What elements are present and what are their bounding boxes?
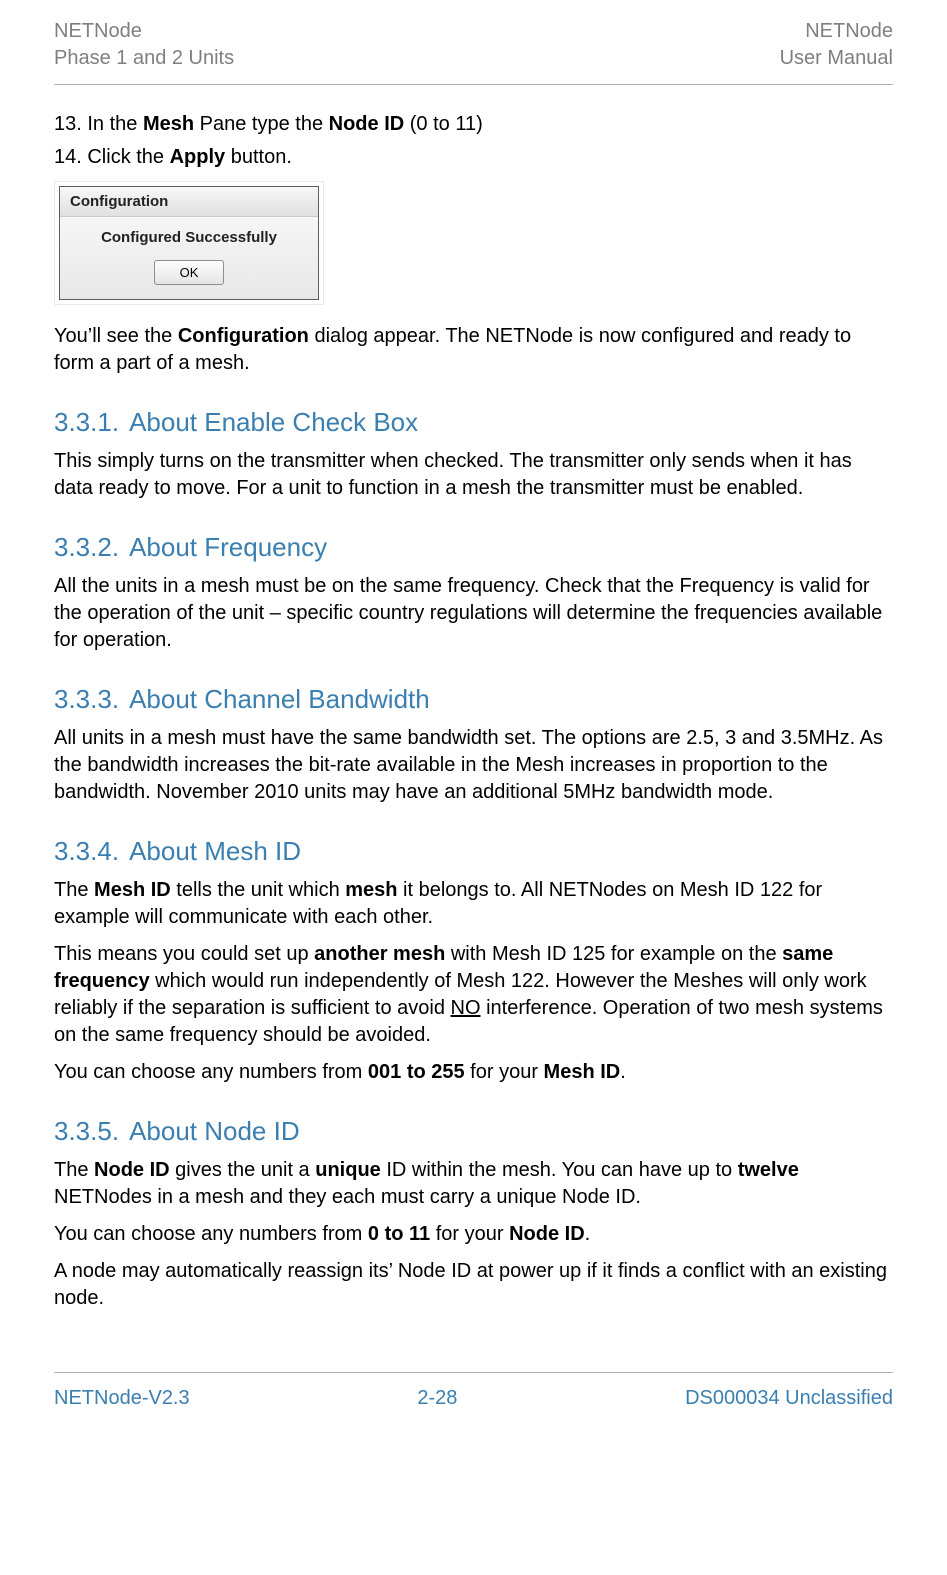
text: This means you could set up (54, 943, 314, 965)
text: 14. Click the (54, 146, 170, 168)
heading-number: 3.3.2. (54, 532, 119, 562)
heading-text: About Mesh ID (129, 836, 301, 866)
ok-button[interactable]: OK (154, 260, 224, 285)
text: You’ll see the (54, 325, 178, 347)
header-product-r: NETNode (780, 18, 893, 45)
text: The (54, 1159, 94, 1181)
header-doc-type: User Manual (780, 45, 893, 72)
page-body: 13. In the Mesh Pane type the Node ID (0… (54, 111, 893, 1312)
heading-text: About Channel Bandwidth (129, 684, 430, 714)
paragraph: The Node ID gives the unit a unique ID w… (54, 1157, 893, 1211)
text: Pane type the (194, 113, 329, 135)
heading-332: 3.3.2. About Frequency (54, 532, 893, 563)
text: button. (225, 146, 292, 168)
dialog-title: Configuration (60, 187, 318, 217)
footer-center: 2-28 (417, 1387, 457, 1410)
heading-331: 3.3.1. About Enable Check Box (54, 407, 893, 438)
page-footer: NETNode-V2.3 2-28 DS000034 Unclassified (54, 1373, 893, 1410)
dialog-body: Configured Successfully OK (60, 217, 318, 299)
heading-text: About Node ID (129, 1116, 300, 1146)
text: You can choose any numbers from (54, 1223, 368, 1245)
paragraph: A node may automatically reassign its’ N… (54, 1258, 893, 1312)
text: . (585, 1223, 591, 1245)
text: for your (465, 1061, 544, 1083)
text: . (620, 1061, 626, 1083)
text-bold: Mesh ID (544, 1061, 621, 1083)
text: tells the unit which (171, 879, 346, 901)
text-bold: Node ID (94, 1159, 170, 1181)
header-product: NETNode (54, 18, 234, 45)
text: The (54, 879, 94, 901)
dialog-message: Configured Successfully (70, 229, 308, 246)
text: gives the unit a (170, 1159, 316, 1181)
text-bold: twelve (738, 1159, 799, 1181)
text-bold: Mesh (143, 113, 194, 135)
heading-334: 3.3.4. About Mesh ID (54, 836, 893, 867)
paragraph: You’ll see the Configuration dialog appe… (54, 323, 893, 377)
text-bold: 0 to 11 (368, 1223, 430, 1245)
dialog-border: Configuration Configured Successfully OK (54, 181, 324, 305)
header-left: NETNode Phase 1 and 2 Units (54, 18, 234, 72)
heading-333: 3.3.3. About Channel Bandwidth (54, 684, 893, 715)
heading-number: 3.3.5. (54, 1116, 119, 1146)
paragraph: This means you could set up another mesh… (54, 941, 893, 1049)
text-bold: another mesh (314, 943, 445, 965)
footer-left: NETNode-V2.3 (54, 1387, 190, 1410)
text-bold: Configuration (178, 325, 309, 347)
paragraph: The Mesh ID tells the unit which mesh it… (54, 877, 893, 931)
text-bold: Node ID (509, 1223, 585, 1245)
heading-text: About Frequency (129, 532, 327, 562)
text: (0 to 11) (404, 113, 483, 135)
heading-335: 3.3.5. About Node ID (54, 1116, 893, 1147)
text-bold: 001 to 255 (368, 1061, 465, 1083)
header-right: NETNode User Manual (780, 18, 893, 72)
text-bold: Node ID (329, 113, 405, 135)
dialog-screenshot: Configuration Configured Successfully OK (54, 181, 893, 305)
paragraph: You can choose any numbers from 0 to 11 … (54, 1221, 893, 1248)
heading-number: 3.3.3. (54, 684, 119, 714)
heading-number: 3.3.1. (54, 407, 119, 437)
text-underline: NO (451, 997, 481, 1019)
paragraph: This simply turns on the transmitter whe… (54, 448, 893, 502)
header-subtitle: Phase 1 and 2 Units (54, 45, 234, 72)
heading-number: 3.3.4. (54, 836, 119, 866)
page: NETNode Phase 1 and 2 Units NETNode User… (0, 0, 947, 1434)
text: You can choose any numbers from (54, 1061, 368, 1083)
paragraph: You can choose any numbers from 001 to 2… (54, 1059, 893, 1086)
paragraph: All the units in a mesh must be on the s… (54, 573, 893, 654)
paragraph: All units in a mesh must have the same b… (54, 725, 893, 806)
text: 13. In the (54, 113, 143, 135)
text-bold: Mesh ID (94, 879, 171, 901)
text-bold: Apply (170, 146, 226, 168)
heading-text: About Enable Check Box (129, 407, 418, 437)
footer-right: DS000034 Unclassified (685, 1387, 893, 1410)
text: NETNodes in a mesh and they each must ca… (54, 1186, 641, 1208)
step-13: 13. In the Mesh Pane type the Node ID (0… (54, 111, 893, 138)
text: for your (430, 1223, 509, 1245)
text-bold: mesh (345, 879, 397, 901)
step-14: 14. Click the Apply button. (54, 144, 893, 171)
page-header: NETNode Phase 1 and 2 Units NETNode User… (54, 18, 893, 85)
configuration-dialog: Configuration Configured Successfully OK (59, 186, 319, 300)
text-bold: unique (315, 1159, 381, 1181)
text: ID within the mesh. You can have up to (381, 1159, 738, 1181)
text: with Mesh ID 125 for example on the (445, 943, 782, 965)
